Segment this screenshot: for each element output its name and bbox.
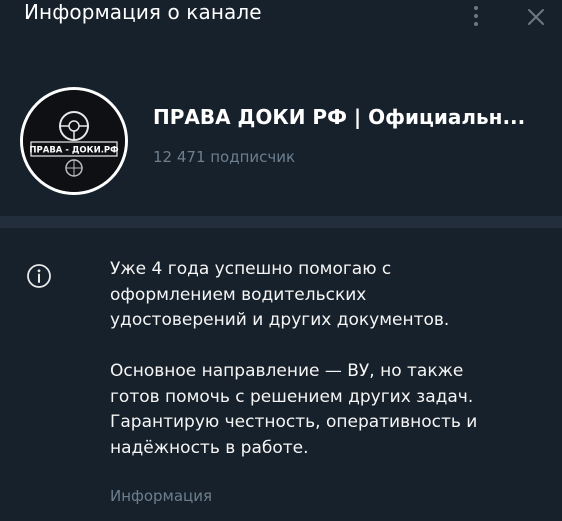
panel-title: Информация о канале [24, 0, 262, 24]
close-button[interactable] [522, 3, 550, 31]
channel-logo: ПРАВА - ДОКИ.РФ [23, 90, 125, 192]
channel-description: Уже 4 года успешно помогаю с оформлением… [110, 259, 478, 458]
avatar-logo-text: ПРАВА - ДОКИ.РФ [29, 146, 118, 156]
channel-info-section: Уже 4 года успешно помогаю с оформлением… [0, 228, 562, 521]
info-icon [24, 261, 54, 291]
channel-name: ПРАВА ДОКИ РФ | Официальн... [153, 105, 526, 129]
description-label: Информация [110, 487, 213, 505]
more-options-button[interactable] [464, 4, 488, 28]
more-vertical-icon [474, 6, 478, 10]
subscriber-count: 12 471 подписчик [153, 148, 296, 166]
close-icon [528, 9, 544, 25]
section-divider [0, 216, 562, 228]
panel-header: Информация о канале [0, 0, 562, 60]
channel-profile: ПРАВА - ДОКИ.РФ ПРАВА ДОКИ РФ | Официаль… [0, 75, 562, 215]
avatar[interactable]: ПРАВА - ДОКИ.РФ [20, 87, 128, 195]
